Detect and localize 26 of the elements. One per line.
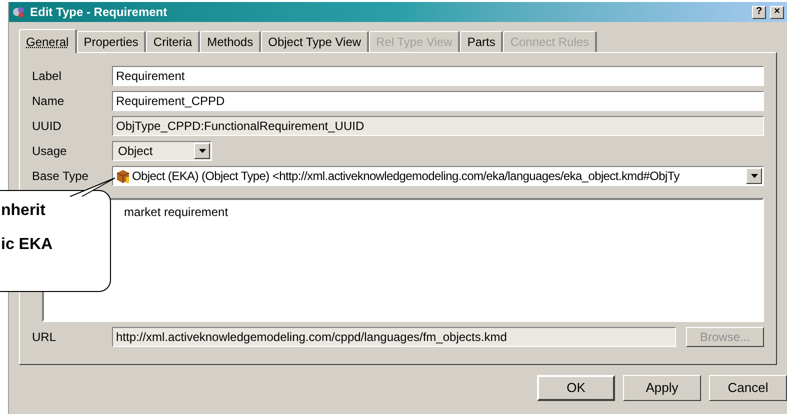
input-field[interactable]: Requirement [112, 66, 764, 86]
window-title: Edit Type - Requirement [30, 4, 168, 21]
tab[interactable]: Object Type View [261, 31, 370, 52]
input-field[interactable]: Requirement_CPPD [112, 90, 764, 110]
field-label: Label [32, 68, 62, 84]
base-type-dropdown[interactable]: Object (EKA) (Object Type) <http://xml.activeknowledgemodeling.com/eka/languages/eka_object.kmd#ObjTy [112, 166, 764, 186]
field-label: Usage [32, 142, 68, 160]
help-button[interactable]: ? [752, 6, 766, 18]
field-label: Name [32, 92, 66, 110]
tab[interactable]: Parts [460, 31, 504, 52]
usage-dropdown[interactable]: Object [112, 140, 212, 160]
url-field[interactable]: http://xml.activeknowledgemodeling.com/cppd/languages/fm_objects.kmd [112, 327, 676, 347]
field-label: UUID [32, 118, 62, 134]
dialog-button[interactable]: OK [537, 375, 615, 401]
tab[interactable]: Properties [76, 31, 146, 52]
field-label: Base Type [32, 168, 90, 184]
description-text: market requirement [124, 205, 228, 219]
tab[interactable]: Methods [200, 31, 262, 52]
tab[interactable]: General [19, 29, 77, 53]
dialog-button[interactable]: Apply [623, 375, 701, 401]
field-label: URL [32, 329, 58, 346]
box-icon [116, 168, 130, 182]
app-icon [12, 5, 26, 19]
tab[interactable]: Criteria [146, 31, 200, 52]
dialog-button[interactable]: Cancel [709, 375, 787, 401]
close-button[interactable]: × [770, 6, 784, 18]
